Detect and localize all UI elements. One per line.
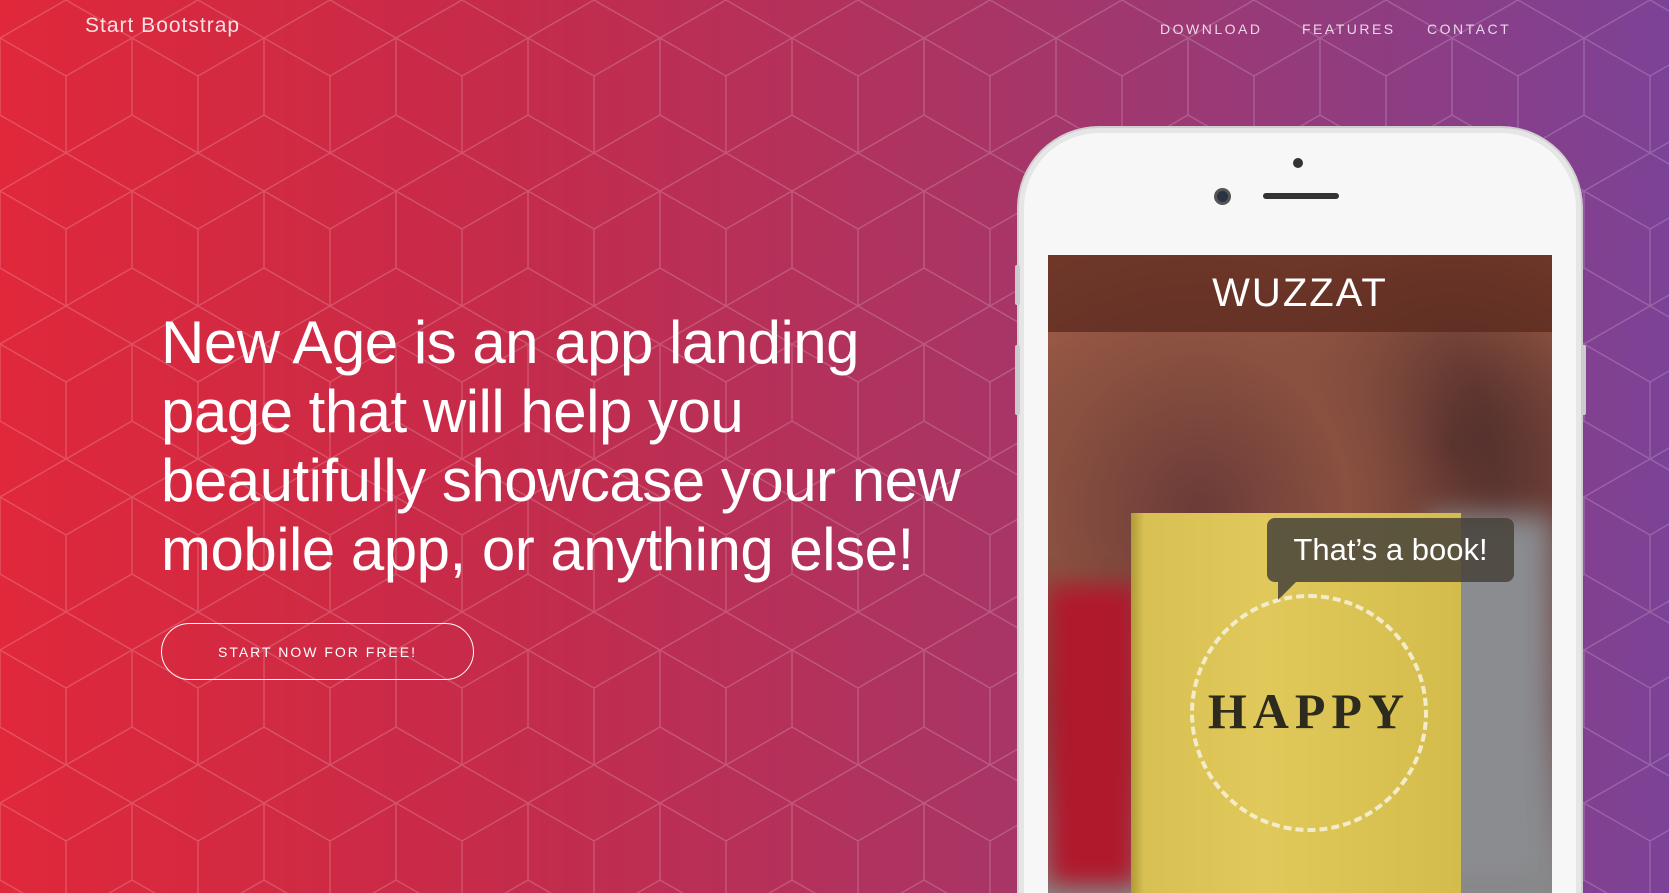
nav-features[interactable]: Features — [1302, 21, 1396, 37]
nav-download[interactable]: Download — [1160, 21, 1262, 37]
app-title: WUZZAT — [1048, 255, 1552, 332]
phone-side-button — [1581, 345, 1586, 415]
speech-bubble-tail — [1278, 582, 1296, 600]
phone-side-button — [1015, 345, 1020, 415]
start-now-button[interactable]: Start Now for Free! — [161, 623, 474, 680]
book-title: HAPPY — [1207, 683, 1411, 739]
phone-sensor — [1293, 158, 1303, 168]
phone-camera-icon — [1214, 188, 1231, 205]
speech-bubble: That’s a book! — [1267, 518, 1514, 582]
nav-contact[interactable]: Contact — [1427, 21, 1511, 37]
phone-side-button — [1015, 265, 1020, 305]
hero-headline: New Age is an app landing page that will… — [161, 309, 961, 583]
phone-speaker — [1263, 193, 1339, 199]
background-blur — [1048, 585, 1138, 885]
brand-logo[interactable]: Start Bootstrap — [85, 14, 240, 38]
